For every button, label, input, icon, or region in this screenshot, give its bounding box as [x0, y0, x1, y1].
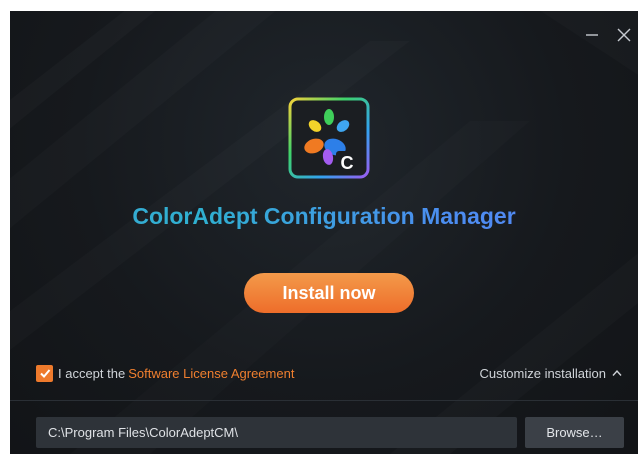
app-title: ColorAdept Configuration Manager [10, 203, 638, 230]
license-accept-row: I accept the Software License Agreement [36, 363, 294, 383]
divider [10, 400, 638, 401]
close-button[interactable] [614, 25, 634, 45]
background-decoration [10, 11, 638, 454]
installer-window: C ColorAdept Configuration Manager Insta… [10, 11, 638, 454]
install-path-input[interactable] [36, 417, 517, 448]
accept-text: I accept the [58, 365, 126, 381]
customize-installation-toggle[interactable]: Customize installation [480, 363, 622, 383]
minimize-icon [586, 34, 598, 36]
license-agreement-link[interactable]: Software License Agreement [128, 366, 294, 381]
minimize-button[interactable] [582, 25, 602, 45]
logo-letter: C [341, 153, 354, 173]
customize-label: Customize installation [479, 365, 606, 381]
close-icon [617, 28, 631, 42]
app-logo: C [288, 97, 370, 179]
browse-button[interactable]: Browse… [525, 417, 624, 448]
chevron-up-icon [612, 369, 622, 376]
install-now-button[interactable]: Install now [244, 273, 414, 313]
license-checkbox[interactable] [36, 364, 53, 382]
checkmark-icon [39, 369, 50, 378]
